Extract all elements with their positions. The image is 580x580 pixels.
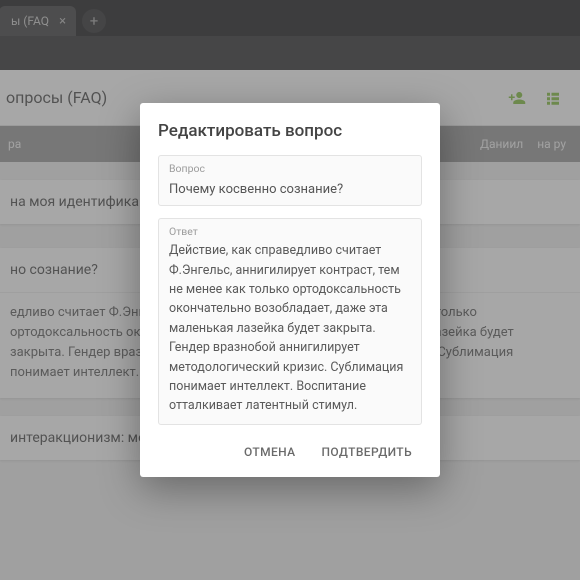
answer-field[interactable]: Ответ Действие, как справедливо считает …: [158, 218, 422, 424]
question-field-label: Вопрос: [169, 162, 411, 175]
dialog-actions: ОТМЕНА ПОДТВЕРДИТЬ: [158, 437, 422, 467]
modal-overlay[interactable]: Редактировать вопрос Вопрос Ответ Действ…: [0, 0, 580, 580]
dialog-title: Редактировать вопрос: [158, 121, 422, 141]
question-input[interactable]: [169, 182, 411, 197]
answer-textarea[interactable]: Действие, как справедливо считает Ф.Энге…: [169, 241, 411, 415]
answer-field-label: Ответ: [169, 225, 411, 238]
edit-question-dialog: Редактировать вопрос Вопрос Ответ Действ…: [140, 103, 440, 476]
question-field[interactable]: Вопрос: [158, 155, 422, 206]
confirm-button[interactable]: ПОДТВЕРДИТЬ: [312, 437, 422, 467]
cancel-button[interactable]: ОТМЕНА: [234, 437, 306, 467]
